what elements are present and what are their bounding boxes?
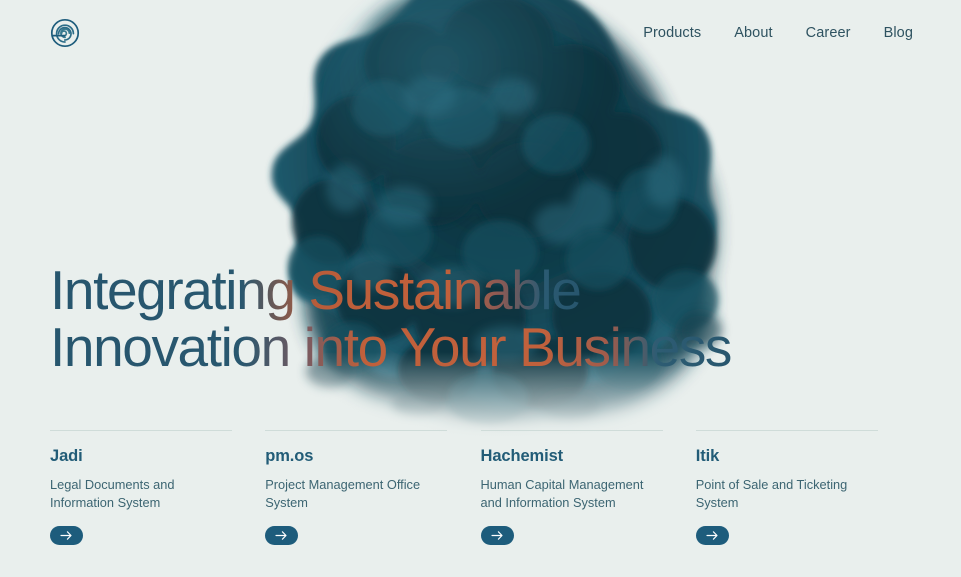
product-card-list: Jadi Legal Documents and Information Sys… [50, 430, 911, 545]
main-navigation: Products About Career Blog [643, 25, 913, 41]
product-title: Jadi [50, 447, 83, 465]
nav-link-about[interactable]: About [734, 25, 772, 41]
product-title: pm.os [265, 447, 314, 465]
product-cta-button[interactable] [265, 526, 299, 545]
card-divider [480, 430, 663, 431]
product-card-pmos[interactable]: pm.os Project Management Office System [265, 430, 480, 545]
product-description: Human Capital Management and Information… [480, 477, 644, 510]
product-card-jadi[interactable]: Jadi Legal Documents and Information Sys… [50, 430, 265, 545]
arrow-right-icon [490, 531, 503, 540]
card-divider [265, 430, 448, 431]
nav-link-career[interactable]: Career [806, 25, 851, 41]
arrow-right-icon [275, 531, 287, 540]
card-divider [50, 430, 232, 431]
product-title: Hachemist [480, 447, 564, 465]
product-description: Point of Sale and Ticketing System [695, 477, 848, 510]
headline-line-1: Integrating Sustainable [50, 259, 582, 321]
hero-headline: Integrating Sustainable Innovation into … [50, 262, 910, 376]
site-header: Products About Career Blog [0, 0, 961, 66]
headline-line-2: Innovation into Your Business [50, 316, 732, 378]
product-description: Legal Documents and Information System [50, 477, 175, 510]
product-cta-button[interactable] [480, 526, 514, 545]
product-cta-button[interactable] [695, 526, 729, 545]
brand-logo[interactable] [50, 18, 80, 48]
product-card-itik[interactable]: Itik Point of Sale and Ticketing System [695, 430, 911, 545]
arrow-right-icon [706, 531, 718, 540]
product-title: Itik [695, 447, 720, 465]
nav-link-products[interactable]: Products [643, 25, 701, 41]
product-cta-button[interactable] [50, 526, 83, 545]
product-card-hachemist[interactable]: Hachemist Human Capital Management and I… [480, 430, 696, 545]
product-description: Project Management Office System [265, 477, 421, 510]
nav-link-blog[interactable]: Blog [884, 25, 913, 41]
card-divider [695, 430, 878, 431]
arrow-right-icon [60, 531, 72, 540]
spiral-logo-icon [50, 18, 80, 48]
